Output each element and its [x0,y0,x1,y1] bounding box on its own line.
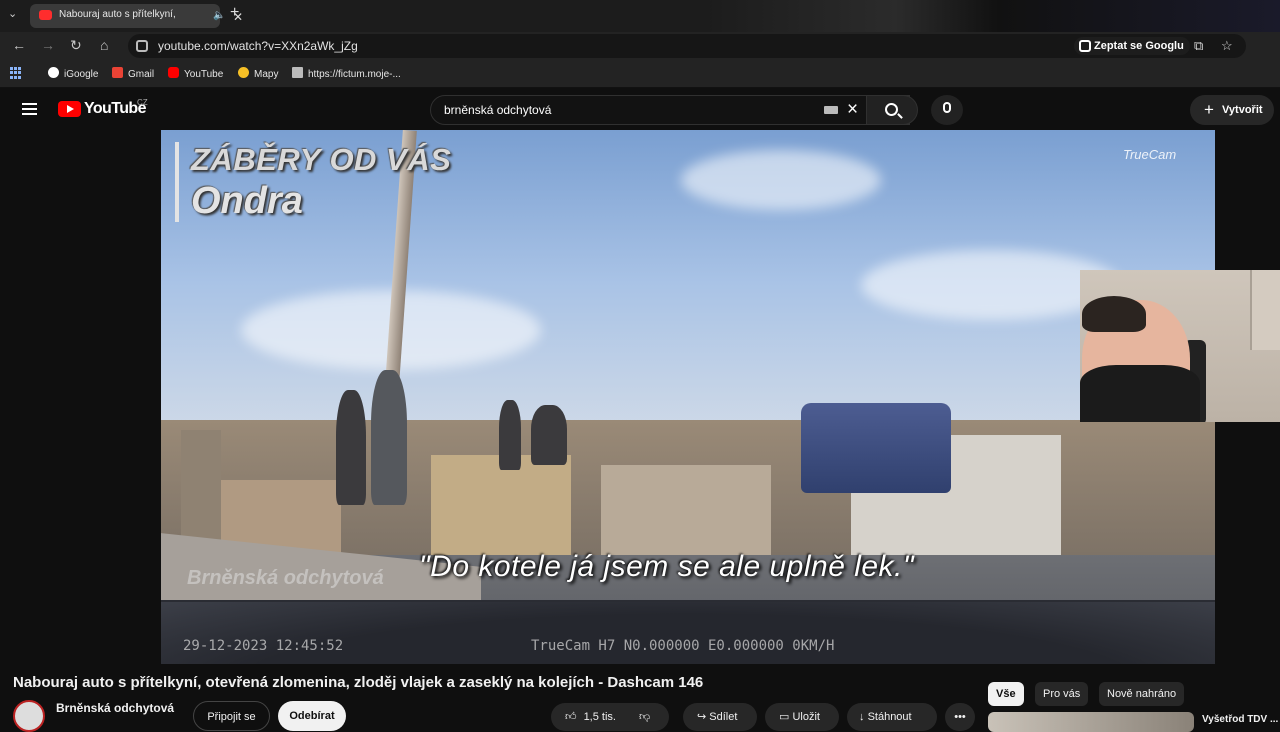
pedestrian [371,370,407,505]
video-player[interactable]: ZÁBĚRY OD VÁS Ondra TrueCam Brněnská odc… [161,130,1215,664]
new-tab-button[interactable]: + [230,4,239,22]
create-button[interactable]: + Vytvořit [1190,95,1274,125]
building [601,465,771,560]
join-button[interactable]: Připojit se [193,701,270,731]
keyboard-icon[interactable] [824,106,838,114]
bookmark-mapy[interactable]: Mapy [238,67,278,80]
like-count[interactable]: 1,5 tis. [584,711,616,723]
dashboard [161,600,1215,664]
back-icon[interactable]: ← [12,37,26,53]
bookmark-youtube[interactable]: YouTube [168,67,223,80]
more-actions-button[interactable]: ••• [945,703,975,731]
apps-grid-icon[interactable] [10,67,22,79]
address-bar[interactable]: youtube.com/watch?v=XXn2aWk_jZg Zeptat s… [128,34,1246,58]
search-icon [885,103,898,116]
site-info-icon[interactable] [136,40,148,52]
share-button[interactable]: ↪ Sdílet [683,703,757,731]
dashcam-timestamp: 29-12-2023 12:45:52 [183,638,344,654]
browser-toolbar: ← → ↻ ⌂ youtube.com/watch?v=XXn2aWk_jZg … [0,32,1280,60]
webcam-door [1250,270,1280,350]
youtube-logo-icon[interactable] [58,101,81,117]
bookmark-igoogle[interactable]: iGoogle [48,67,98,80]
building [431,455,571,560]
browser-tab[interactable]: Nabouraj auto s přítelkyní, 🔈 ✕ [30,4,243,28]
url-text[interactable]: youtube.com/watch?v=XXn2aWk_jZg [158,39,358,53]
search-query[interactable]: brněnská odchytová [444,103,551,117]
chip-for-you[interactable]: Pro vás [1035,682,1089,706]
like-icon[interactable]: 👍︎ [565,711,577,723]
lens-icon [1079,40,1091,52]
bookmarks-bar: iGoogle Gmail YouTube Mapy https://fictu… [0,60,1280,88]
channel-avatar[interactable] [13,700,45,732]
audio-icon[interactable]: 🔈 [213,10,225,21]
tab-list-chevron-icon[interactable]: ⌄ [8,7,17,20]
bookmark-star-icon[interactable]: ☆ [1221,38,1233,54]
pedestrian [531,405,567,465]
forward-icon[interactable]: → [41,37,55,53]
overlay-name: Ondra [191,180,303,222]
plus-icon: + [1204,100,1214,119]
subtitle-quote: "Do kotele já jsem se ale uplně lek." [419,550,915,583]
bookmark-gmail[interactable]: Gmail [112,67,154,80]
truecam-logo: TrueCam [1123,147,1177,162]
blue-pickup-car [801,403,951,493]
like-dislike-group: 👍︎ 1,5 tis. 👎︎ [551,703,669,731]
related-video-thumbnail[interactable] [988,712,1194,732]
save-button[interactable]: ▭ Uložit [765,703,839,731]
youtube-header: YouTube CZ brněnská odchytová × + Vytvoři… [0,89,1280,131]
streamer-webcam [1080,270,1280,422]
download-icon: ↓ [859,711,868,723]
browser-tab-strip: ⌄ Nabouraj auto s přítelkyní, 🔈 ✕ + [0,0,1280,32]
search-button[interactable] [866,95,918,125]
install-icon[interactable]: ⧉ [1194,38,1203,54]
bookmark-fictum[interactable]: https://fictum.moje-... [292,67,401,80]
chip-new-uploads[interactable]: Nově nahráno [1099,682,1185,706]
country-code: CZ [137,98,148,107]
ask-google-button[interactable]: Zeptat se Googlu [1074,37,1190,55]
download-button[interactable]: ↓ Stáhnout [847,703,937,731]
overlay-title: ZÁBĚRY OD VÁS [191,142,452,177]
voice-search-button[interactable] [931,95,963,125]
reload-icon[interactable]: ↻ [70,37,82,54]
cloud [681,150,881,210]
save-icon: ▭ [779,711,793,723]
video-buildings [161,420,1215,560]
pedestrian [499,400,521,470]
webcam-shirt [1080,365,1200,422]
subscribe-button[interactable]: Odebírat [278,701,346,731]
home-icon[interactable]: ⌂ [100,37,108,53]
menu-icon[interactable] [22,103,37,115]
clear-search-icon[interactable]: × [847,99,858,121]
dashcam-info: TrueCam H7 N0.000000 E0.000000 0KM/H [531,638,835,654]
chip-all[interactable]: Vše [988,682,1024,706]
dislike-icon[interactable]: 👎︎ [639,711,650,723]
channel-name[interactable]: Brněnská odchytová [56,701,174,715]
microphone-icon [943,102,951,113]
video-title: Nabouraj auto s přítelkyní, otevřená zlo… [13,674,704,691]
youtube-favicon-icon [39,10,52,20]
channel-watermark: Brněnská odchytová [187,567,384,589]
share-icon: ↪ [697,711,710,723]
tab-title: Nabouraj auto s přítelkyní, [59,9,176,20]
overlay-bar [175,142,179,222]
search-input[interactable]: brněnská odchytová × [430,95,910,125]
webcam-hair [1082,296,1146,332]
pedestrian [336,390,366,505]
